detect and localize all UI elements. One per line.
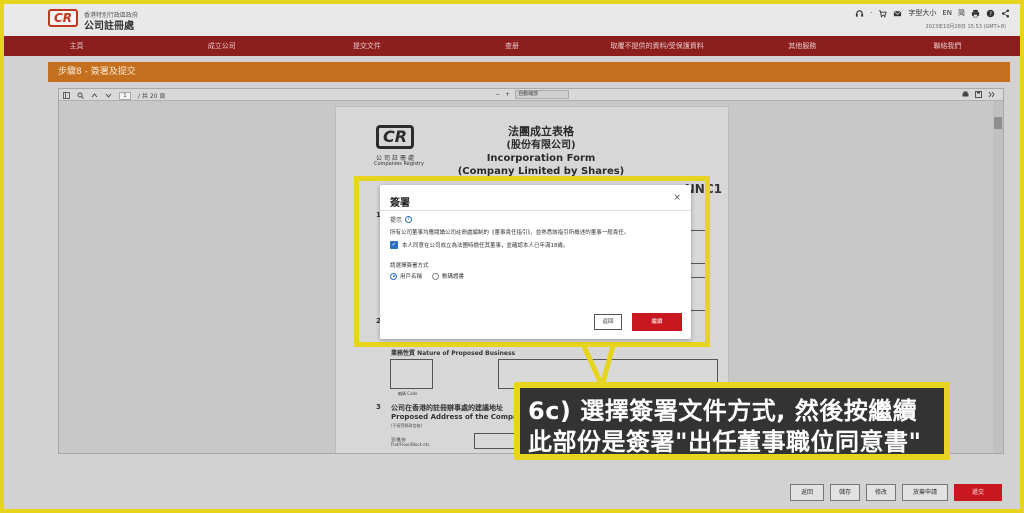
section-3-title-zh: 公司在香港的註冊辦事處的建議地址 (391, 404, 503, 412)
page-total: / 共 20 頁 (138, 93, 166, 100)
consent-row[interactable]: ✓ 本人同意在公司成立為法團時擔任其董事，並確認本人已年滿18歲。 (390, 241, 569, 249)
cr-logo[interactable]: CR (48, 9, 78, 27)
headset-icon[interactable] (855, 9, 864, 18)
mail-icon[interactable] (893, 9, 902, 18)
help-icon[interactable]: ? (986, 9, 995, 18)
form-title-zh2: (股份有限公司) (506, 140, 576, 151)
dialog-title: 簽署 (390, 198, 410, 209)
radio-digital-cert-label: 數碼證書 (442, 274, 465, 280)
svg-text:?: ? (989, 11, 992, 17)
nav-item-contact[interactable]: 聯絡我們 (875, 36, 1020, 56)
hint-label: 提示 (390, 217, 403, 224)
bottom-edit-button[interactable]: 修改 (866, 484, 896, 501)
callout-body: 6c) 選擇簽署文件方式, 然後按繼續 此部份是簽署"出任董事職位同意書" (520, 388, 944, 456)
nature-of-business-label: 業務性質 Nature of Proposed Business (391, 350, 516, 357)
hint-row: 提示 i (390, 215, 413, 224)
scrollbar-thumb[interactable] (994, 117, 1002, 129)
zoom-value: 自動縮放 (518, 91, 539, 97)
radio-digital-cert[interactable]: 數碼證書 (432, 272, 464, 280)
print-icon[interactable] (962, 91, 969, 98)
instruction-callout: 6c) 選擇簽署文件方式, 然後按繼續 此部份是簽署"出任董事職位同意書" (514, 382, 950, 460)
nav-item-home[interactable]: 主頁 (4, 36, 149, 56)
share-icon[interactable] (1001, 9, 1010, 18)
bottom-save-button[interactable]: 儲存 (830, 484, 860, 501)
section-3-number: 3 (376, 403, 381, 411)
bottom-submit-button[interactable]: 遞交 (954, 484, 1002, 501)
save-icon[interactable] (975, 91, 982, 98)
bottom-abandon-button[interactable]: 放棄申請 (902, 484, 948, 501)
font-size-control[interactable]: 字型大小 (908, 8, 936, 18)
bottom-actions: 返回 儲存 修改 放棄申請 遞交 (790, 484, 1002, 501)
next-page-icon[interactable] (105, 92, 112, 99)
back-button[interactable]: 返回 (594, 314, 622, 330)
sidebar-toggle-icon[interactable] (63, 92, 70, 99)
more-tools-icon[interactable] (988, 91, 995, 98)
page-number-input[interactable]: 1 (119, 91, 131, 100)
toolbar-right (962, 91, 995, 98)
zoom-in-button[interactable]: + (505, 91, 510, 98)
nav-item-incorporate[interactable]: 成立公司 (149, 36, 294, 56)
close-icon[interactable]: × (673, 193, 681, 203)
nav-item-search[interactable]: 查册 (439, 36, 584, 56)
flat-floor-label: 室/樓/座 Flat/Floor/Block etc. (391, 437, 431, 447)
header-separator: · (870, 9, 873, 17)
business-code-label: 編碼 Code (398, 391, 418, 396)
toolbar-left: 1 / 共 20 頁 (63, 91, 165, 100)
callout-line-2: 此部份是簽署"出任董事職位同意書" (528, 428, 922, 456)
form-title-en1: Incorporation Form (486, 153, 596, 164)
nav-item-other-services[interactable]: 其他服務 (730, 36, 875, 56)
zoom-select[interactable]: 自動縮放 (515, 90, 570, 99)
form-title: 法團成立表格 (股份有限公司) Incorporation Form (Comp… (446, 125, 636, 178)
info-icon[interactable]: i (405, 216, 413, 223)
screenshot-frame: CR 香港特別行政區政府 公司註冊處 · 字型大小 EN 简 ? 2023年10… (0, 0, 1024, 513)
sign-method-label: 請選擇簽署方式 (390, 263, 429, 269)
section-3-note: (不接受郵政信箱) (391, 423, 423, 428)
nav-item-protected-info[interactable]: 取覆不提供的資料/受保護資料 (585, 36, 730, 56)
toolbar-zoom: − + 自動縮放 (495, 90, 570, 99)
main-nav: 主頁 成立公司 提交文件 查册 取覆不提供的資料/受保護資料 其他服務 聯絡我們 (4, 36, 1020, 56)
bottom-back-button[interactable]: 返回 (790, 484, 824, 501)
sign-method-options: 用戶名稱 數碼證書 (390, 272, 464, 280)
continue-button[interactable]: 繼續 (632, 313, 682, 331)
radio-username-dot[interactable] (390, 272, 397, 280)
pdf-toolbar: 1 / 共 20 頁 − + 自動縮放 (59, 89, 1003, 101)
radio-username[interactable]: 用戶名稱 (390, 272, 422, 280)
consent-label: 本人同意在公司成立為法團時擔任其董事，並確認本人已年滿18歲。 (402, 243, 569, 249)
step-title: 步驟8 - 簽署及提交 (48, 62, 1010, 82)
business-code-box (390, 359, 433, 389)
search-icon[interactable] (77, 92, 84, 99)
viewer-scrollbar[interactable] (993, 101, 1003, 453)
header-date: 2023年10月28日 15:53 (GMT+8) (925, 24, 1006, 30)
page-cr-logo: CR (376, 125, 414, 149)
radio-digital-cert-dot[interactable] (432, 272, 440, 280)
site-header: CR 香港特別行政區政府 公司註冊處 · 字型大小 EN 简 ? 2023年10… (4, 4, 1020, 36)
nav-item-submit[interactable]: 提交文件 (294, 36, 439, 56)
lang-en-link[interactable]: EN (942, 9, 952, 17)
cart-icon[interactable] (878, 9, 888, 18)
dialog-divider (380, 210, 691, 211)
page-cr-en: Companies Registry (374, 161, 424, 167)
zoom-out-button[interactable]: − (495, 91, 500, 98)
prev-page-icon[interactable] (91, 92, 98, 99)
consent-checkbox[interactable]: ✓ (390, 241, 398, 249)
radio-username-label: 用戶名稱 (400, 274, 423, 280)
org-name: 公司註冊處 (84, 21, 134, 32)
print-icon[interactable] (971, 9, 980, 18)
callout-line-1: 6c) 選擇簽署文件方式, 然後按繼續 (528, 397, 918, 425)
sign-dialog: 簽署 × 提示 i 所有公司董事均應閱讀公司註冊處編制的《董事責任指引》，並熟悉… (380, 185, 691, 339)
lang-sc-link[interactable]: 简 (958, 8, 965, 18)
form-title-zh1: 法團成立表格 (508, 125, 574, 138)
header-tools: · 字型大小 EN 简 ? (855, 8, 1010, 18)
section-3-title-en: Proposed Address of the Company's (391, 413, 534, 421)
director-guide-text: 所有公司董事均應閱讀公司註冊處編制的《董事責任指引》，並熟悉該指引所概述的董事一… (390, 230, 630, 236)
